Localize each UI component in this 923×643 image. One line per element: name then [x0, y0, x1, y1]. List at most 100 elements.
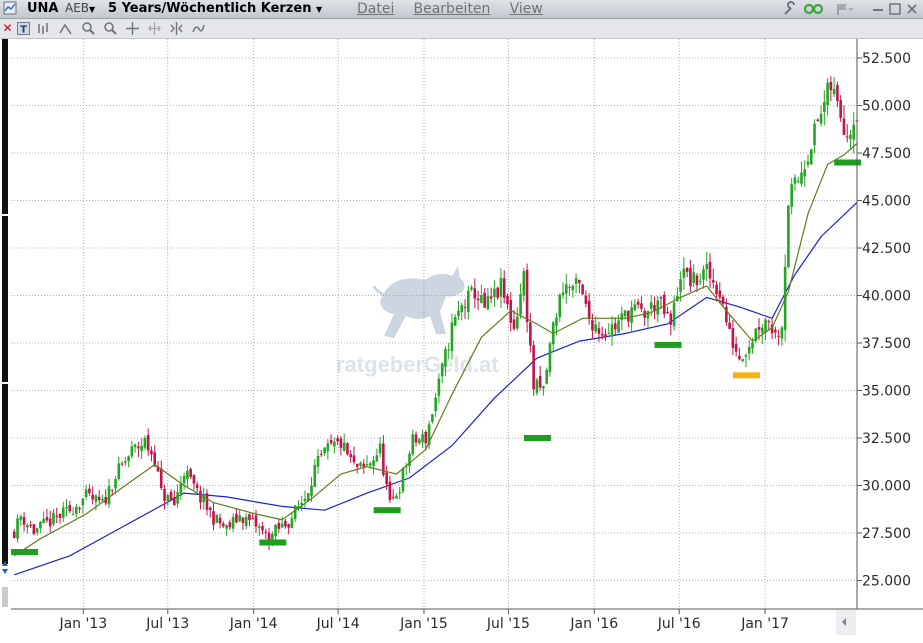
candle-body [561, 292, 565, 296]
candle-body [208, 507, 212, 511]
candle-body [855, 120, 859, 122]
candle-body [839, 100, 842, 118]
candle-body [829, 81, 833, 91]
support-marker [654, 341, 682, 348]
symbol-label[interactable]: UNA [27, 1, 59, 16]
candle-body [832, 88, 836, 95]
candle-body [19, 516, 23, 520]
candle-body [365, 464, 369, 466]
support-marker [523, 435, 551, 441]
candle-body [375, 455, 379, 462]
candle-body [97, 496, 101, 501]
candle-body [401, 468, 405, 492]
candle-body [809, 149, 813, 165]
candle-body [199, 490, 202, 503]
candle-body [659, 297, 663, 299]
candle-body [153, 452, 157, 467]
candle-body [780, 327, 784, 339]
support-marker [732, 372, 760, 379]
candle-body [248, 514, 251, 521]
candle-body [519, 294, 522, 315]
candle-body [607, 333, 611, 335]
candle-body [395, 495, 398, 499]
candle-body [414, 434, 418, 443]
candle-body [110, 489, 114, 491]
candle-body [783, 266, 787, 331]
candle-body [84, 489, 88, 497]
candle-body [787, 205, 790, 268]
bar-chart-tool-icon[interactable] [37, 22, 50, 35]
candle-body [551, 322, 555, 345]
close-chart-icon[interactable]: ✕ [1, 22, 14, 35]
candle-body [542, 386, 545, 389]
link-icon[interactable] [802, 1, 826, 21]
candle-body [215, 514, 219, 523]
x-tick-label: Jul '13 [145, 616, 189, 632]
candle-body [545, 369, 548, 384]
x-tick-label: Jul '16 [657, 616, 701, 632]
vertical-scrollbar[interactable] [2, 39, 8, 564]
split-view-icon[interactable] [170, 22, 183, 35]
candle-body [751, 342, 754, 349]
minimize-icon[interactable] [871, 1, 885, 21]
candle-body [42, 518, 45, 524]
close-icon[interactable] [905, 1, 919, 21]
exchange-selector[interactable]: AEB▼ [65, 1, 95, 15]
chevron-down-icon: ▼ [89, 5, 96, 14]
candle-body [29, 524, 32, 527]
candle-body [228, 522, 232, 528]
candle-body [222, 523, 225, 527]
flag-icon[interactable] [833, 1, 855, 21]
scroll-thumb[interactable] [2, 587, 8, 607]
candle-body [692, 272, 695, 283]
candle-body [297, 506, 300, 509]
y-tick-label: 45.000 [862, 194, 911, 210]
candle-body [137, 446, 140, 449]
indicator-tool-icon[interactable] [192, 22, 205, 35]
candle-body [774, 329, 777, 333]
menu-item-datei[interactable]: Datei [357, 1, 394, 17]
zoom-out-icon[interactable] [104, 22, 117, 35]
y-tick-label: 50.000 [862, 99, 911, 115]
candle-body [68, 504, 72, 512]
candle-body [146, 435, 150, 451]
candle-body [643, 311, 646, 318]
candle-body [760, 327, 764, 333]
candle-body [480, 295, 483, 303]
text-tool-icon[interactable]: T [17, 22, 30, 36]
candle-body [329, 440, 333, 444]
y-tick-label: 37.500 [862, 336, 911, 352]
candle-body [251, 517, 255, 519]
menu-item-view[interactable]: View [510, 1, 543, 17]
candle-body [280, 523, 284, 528]
candle-body [564, 284, 568, 294]
candle-body [310, 485, 313, 496]
candle-body [849, 134, 852, 140]
menu-item-bearbeiten[interactable]: Bearbeiten [414, 1, 491, 17]
candle-body [293, 505, 297, 519]
candle-body [186, 470, 189, 480]
wrench-icon[interactable] [782, 1, 798, 21]
candle-body [437, 378, 441, 396]
pan-tool-icon[interactable] [148, 22, 161, 35]
draw-line-tool-icon[interactable] [58, 22, 72, 35]
period-selector[interactable]: 5 Years/Wöchentlich Kerzen ▼ [108, 1, 322, 16]
candle-body [169, 491, 173, 501]
candle-body [744, 355, 748, 357]
zoom-in-icon[interactable] [82, 22, 95, 35]
candle-body [372, 460, 375, 466]
scroll-right-icon[interactable] [842, 618, 846, 626]
candle-body [225, 525, 228, 529]
candle-body [525, 270, 529, 323]
candle-body [649, 302, 653, 309]
maximize-icon[interactable] [888, 1, 902, 21]
crosshair-icon[interactable] [126, 22, 139, 35]
candle-body [12, 531, 16, 539]
candle-body [823, 102, 826, 113]
period-label: 5 Years/Wöchentlich Kerzen [108, 1, 312, 16]
candle-body [571, 285, 575, 291]
candle-body [88, 488, 91, 494]
candle-body [231, 517, 235, 529]
candle-body [529, 322, 532, 346]
candle-body [718, 290, 722, 298]
